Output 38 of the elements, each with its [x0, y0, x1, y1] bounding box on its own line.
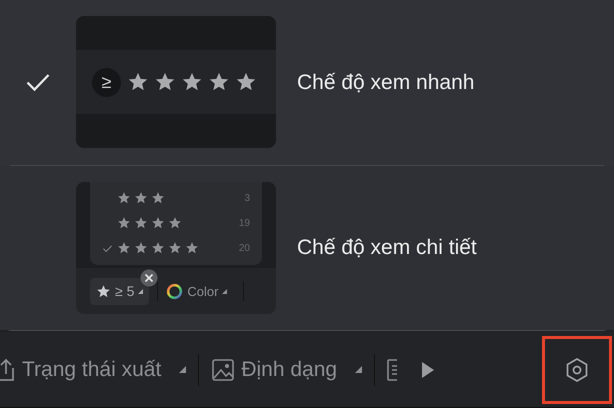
- star-icon: [168, 241, 182, 256]
- color-wheel-icon: [166, 282, 184, 300]
- star-icon: [185, 241, 199, 256]
- caret-icon: [179, 366, 186, 373]
- close-icon: [140, 268, 158, 287]
- settings-icon: [564, 356, 590, 382]
- count-label: 3: [244, 192, 250, 206]
- caret-icon: [355, 366, 362, 373]
- star-icon: [168, 216, 182, 230]
- star-icon: [134, 191, 148, 206]
- menu-item-label: Chế độ xem chi tiết: [297, 235, 477, 261]
- star-icon: [134, 241, 148, 256]
- star-icon: [151, 241, 165, 256]
- checkmark-icon: [102, 242, 113, 254]
- count-label: 20: [238, 242, 250, 256]
- star-icon: [151, 191, 165, 206]
- star-icon: [117, 216, 131, 230]
- share-icon: [0, 358, 16, 382]
- chip-label: ≥ 5: [115, 282, 134, 301]
- star-icon: [96, 284, 111, 299]
- list-icon: [387, 358, 398, 380]
- menu-item-label: Chế độ xem nhanh: [297, 70, 474, 96]
- caret-icon: [222, 288, 228, 294]
- settings-button[interactable]: [542, 336, 612, 404]
- star-icon: [117, 241, 131, 256]
- toolbar-button[interactable]: [387, 358, 398, 380]
- scroll-right-icon[interactable]: [421, 360, 436, 378]
- operator-badge: ≥: [92, 68, 121, 97]
- image-icon: [211, 358, 236, 382]
- star-icon: [134, 216, 148, 230]
- color-label: Color: [187, 282, 218, 300]
- toolbar-button[interactable]: Trạng thái xuất: [0, 354, 186, 386]
- star-icon: [117, 191, 131, 206]
- menu-item[interactable]: 3 19 20 ≥ 5 Color Chế độ xem chi tiết: [0, 166, 614, 330]
- caret-icon: [138, 288, 144, 294]
- star-icon: [151, 216, 165, 230]
- count-label: 19: [238, 216, 250, 231]
- toolbar-button[interactable]: Định dạng: [211, 354, 362, 386]
